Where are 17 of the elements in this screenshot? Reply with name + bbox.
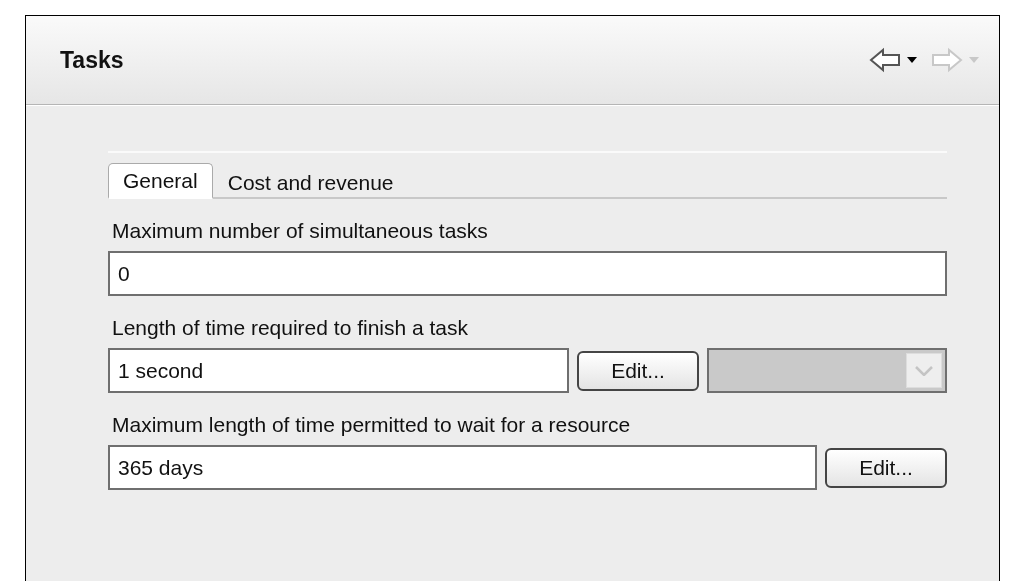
chevron-icon: [915, 365, 933, 376]
edit-button[interactable]: Edit...: [825, 447, 947, 488]
page-title: Tasks: [60, 46, 125, 74]
tab[interactable]: General: [108, 163, 213, 199]
caret-icon: [907, 57, 917, 63]
field-label: Length of time required to finish a task: [112, 316, 470, 340]
back-button[interactable]: [869, 46, 917, 74]
field-label: Maximum number of simultaneous tasks: [112, 219, 489, 243]
input-field[interactable]: 0: [108, 251, 947, 296]
tab[interactable]: Cost and revenue: [212, 165, 409, 199]
input-field[interactable]: 365 days: [108, 445, 817, 490]
caret-icon: [969, 57, 979, 63]
left-arrow-icon: [869, 46, 901, 74]
field-label: Maximum length of time permitted to wait for a resource: [112, 413, 632, 437]
right-arrow-icon: [931, 46, 963, 74]
edit-button[interactable]: Edit...: [577, 350, 699, 391]
input-field[interactable]: 1 second: [108, 348, 569, 393]
